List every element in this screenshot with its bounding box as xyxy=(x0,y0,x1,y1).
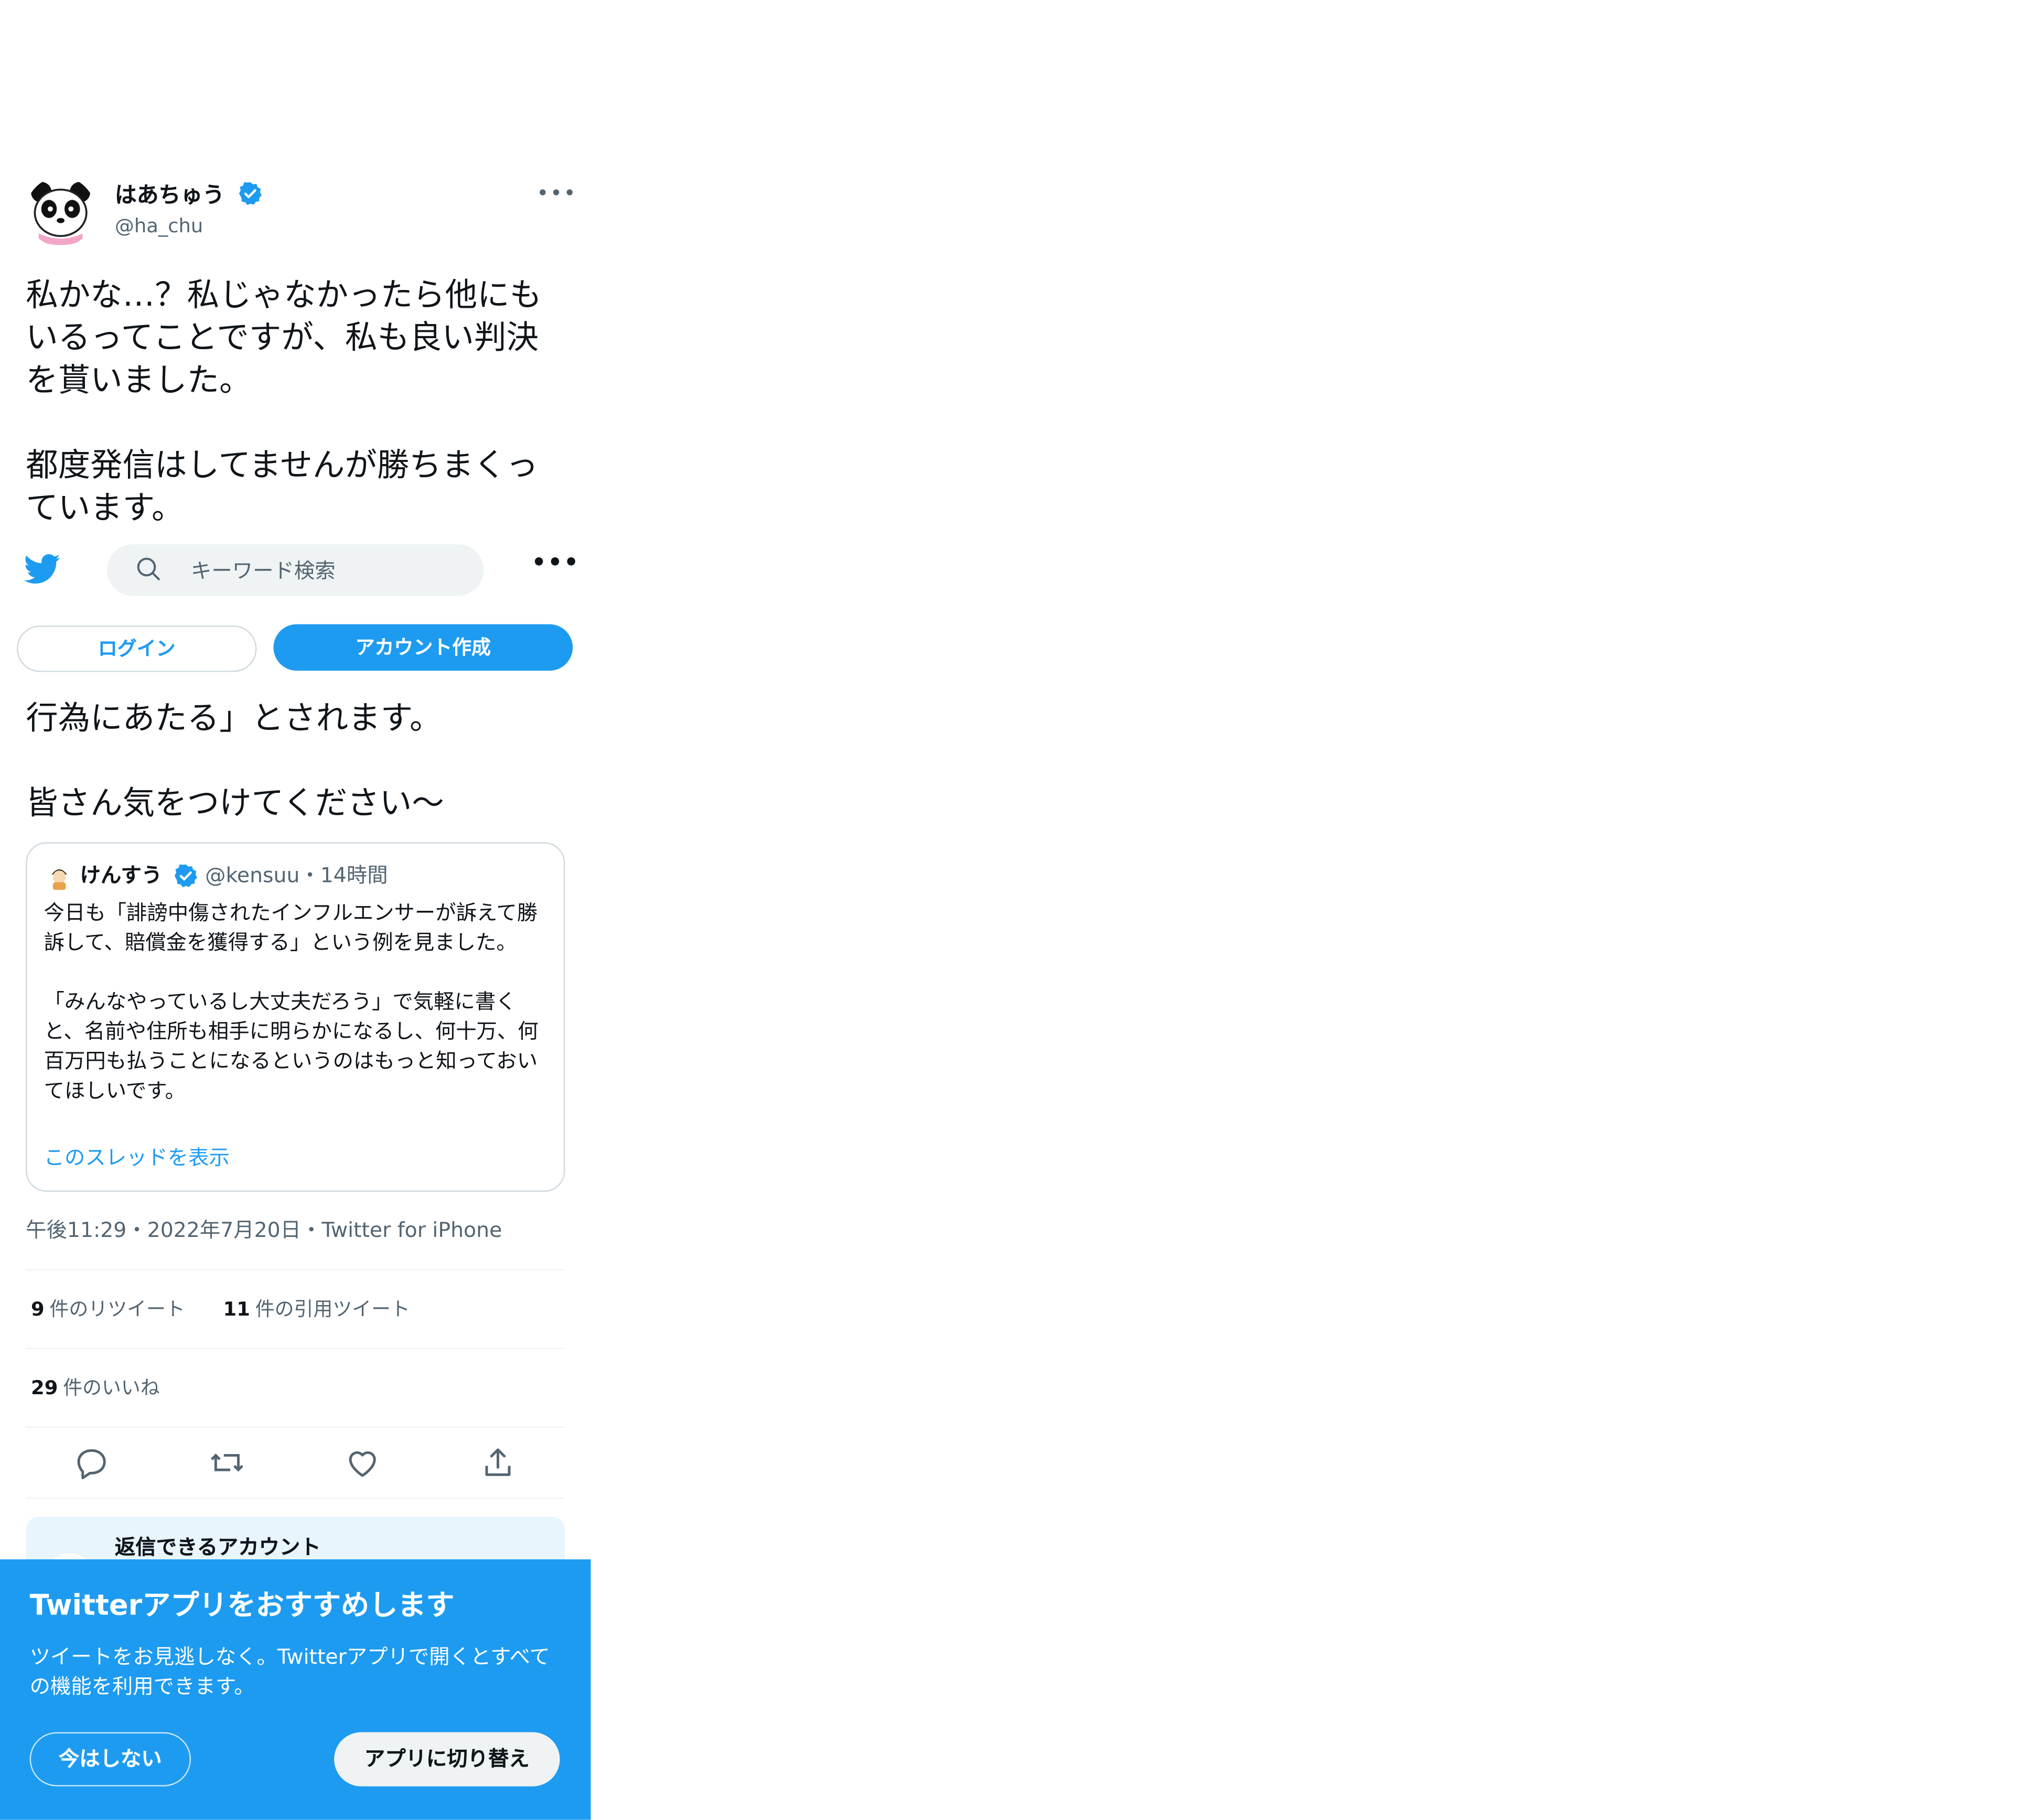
login-button[interactable]: ログイン xyxy=(16,626,257,672)
verified-badge-icon xyxy=(239,182,262,205)
kensuu-avatar-icon xyxy=(45,863,74,891)
not-now-button[interactable]: 今はしない xyxy=(29,1732,191,1786)
quoted-handle-time: @kensuu・14時間 xyxy=(205,863,388,888)
create-account-button[interactable]: アカウント作成 xyxy=(273,624,573,671)
author-handle[interactable]: @ha_chu xyxy=(115,211,203,240)
quote-tweets-label: 件の引用ツイート xyxy=(255,1297,410,1321)
divider xyxy=(26,1269,565,1270)
divider xyxy=(26,1348,565,1349)
switch-to-app-button[interactable]: アプリに切り替え xyxy=(334,1732,560,1786)
divider xyxy=(26,1497,565,1499)
author-avatar[interactable] xyxy=(26,176,96,246)
search-icon xyxy=(137,557,160,580)
retweets-label: 件のリツイート xyxy=(49,1297,185,1321)
quoted-verified-badge-icon xyxy=(174,864,198,888)
quoted-author-avatar xyxy=(45,863,74,891)
tweet-text-continued: 行為にあたる」とされます。 皆さん気をつけてください〜 xyxy=(26,699,444,822)
likes-label: 件のいいね xyxy=(63,1376,160,1399)
reply-restriction-title: 返信できるアカウント xyxy=(114,1535,321,1559)
quoted-author-name: けんすう xyxy=(80,863,163,888)
nav-more-icon[interactable]: ••• xyxy=(531,550,579,577)
like-icon[interactable] xyxy=(343,1444,382,1482)
tweet-text: 私かな…？私じゃなかったら他にもいるってことですが、私も良い判決を貰いました。 … xyxy=(26,276,542,526)
search-input[interactable] xyxy=(180,546,485,594)
app-promo-title: Twitterアプリをおすすめします xyxy=(29,1590,455,1623)
likes-count: 29 xyxy=(31,1376,58,1399)
quote-tweets-stat[interactable]: 11 件の引用ツイート xyxy=(223,1295,410,1323)
retweet-icon[interactable] xyxy=(208,1444,246,1482)
app-promo-text: ツイートをお見逃しなく。Twitterアプリで開くとすべての機能を利用できます。 xyxy=(29,1644,550,1699)
panda-avatar-icon xyxy=(31,181,91,245)
twitter-bird-icon[interactable] xyxy=(23,551,62,587)
more-options-icon[interactable]: ••• xyxy=(536,180,577,205)
author-name-text: はあちゅう xyxy=(114,183,225,209)
retweets-stat[interactable]: 9 件のリツイート xyxy=(31,1295,185,1323)
share-icon[interactable] xyxy=(479,1444,518,1482)
retweets-count: 9 xyxy=(31,1297,45,1321)
tweet-timestamp[interactable]: 午後11:29・2022年7月20日・Twitter for iPhone xyxy=(26,1215,502,1246)
divider xyxy=(26,1426,565,1428)
show-thread-link[interactable]: このスレッドを表示 xyxy=(44,1143,230,1172)
quote-tweets-count: 11 xyxy=(223,1297,250,1321)
tweet-page: はあちゅう @ha_chu ••• 私かな…？私じゃなかったら他にもいるってこと… xyxy=(0,0,591,1820)
likes-stat[interactable]: 29 件のいいね xyxy=(31,1374,160,1402)
author-name[interactable]: はあちゅう xyxy=(115,180,263,211)
reply-icon[interactable] xyxy=(72,1444,111,1482)
quoted-tweet-text: 今日も「誹謗中傷されたインフルエンサーが訴えて勝訴して、賠償金を獲得する」という… xyxy=(44,900,539,1103)
